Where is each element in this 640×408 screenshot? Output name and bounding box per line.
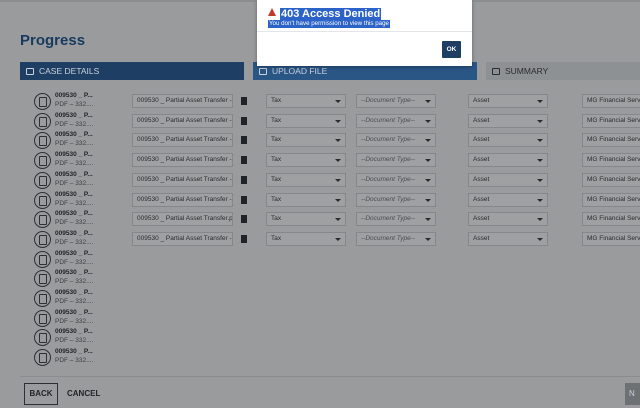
ok-button[interactable]: OK xyxy=(442,41,461,58)
dialog-message: You don't have permission to view this p… xyxy=(268,20,390,28)
dialog-divider xyxy=(257,31,472,32)
warning-icon xyxy=(268,7,276,16)
error-dialog: 403 Access Denied You don't have permiss… xyxy=(257,0,472,66)
